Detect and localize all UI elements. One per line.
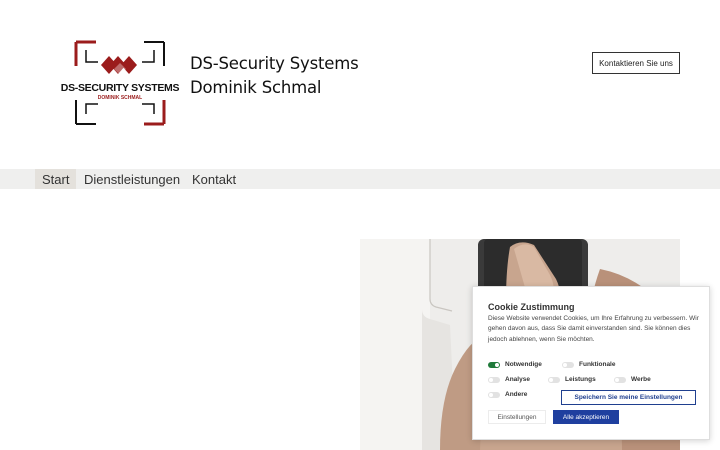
cookie-option-label: Andere [505, 391, 528, 398]
toggle-icon[interactable] [548, 376, 560, 383]
nav-item-start[interactable]: Start [35, 169, 77, 189]
site-title: DS-Security Systems Dominik Schmal [190, 52, 359, 100]
nav-item-label: Kontakt [192, 172, 237, 187]
cookie-option-label: Funktionale [579, 361, 616, 368]
site-title-line1: DS-Security Systems [190, 54, 359, 73]
main-nav: Start Dienstleistungen Kontakt [0, 169, 720, 189]
cookie-option-label: Werbe [631, 376, 651, 383]
toggle-icon[interactable] [488, 391, 500, 398]
cookie-title: Cookie Zustimmung [488, 302, 575, 312]
cookie-option-funktionale[interactable]: Funktionale [562, 361, 615, 368]
toggle-icon[interactable] [562, 361, 574, 368]
contact-button[interactable]: Kontaktieren Sie uns [592, 52, 680, 74]
nav-item-kontakt[interactable]: Kontakt [192, 169, 236, 189]
site-header: DS-SECURITY SYSTEMS DOMINIK SCHMAL DS-Se… [0, 0, 720, 168]
toggle-icon[interactable] [614, 376, 626, 383]
cookie-option-label: Leistungs [565, 376, 596, 383]
save-settings-button[interactable]: Speichern Sie meine Einstellungen [561, 390, 696, 405]
cookie-option-andere[interactable]: Andere [488, 391, 527, 398]
cookie-settings-button[interactable]: Einstellungen [488, 410, 546, 424]
cookie-option-notwendige[interactable]: Notwendige [488, 361, 542, 368]
company-logo[interactable]: DS-SECURITY SYSTEMS DOMINIK SCHMAL [58, 36, 182, 128]
logo-wordmark: DS-SECURITY SYSTEMS [60, 82, 180, 94]
cookie-description: Diese Website verwendet Cookies, um Ihre… [488, 315, 699, 343]
cookie-option-label: Notwendige [505, 361, 542, 368]
cookie-option-label: Analyse [505, 376, 530, 383]
cookie-option-analyse[interactable]: Analyse [488, 376, 530, 383]
cookie-option-leistungs[interactable]: Leistungs [548, 376, 596, 383]
cookie-option-werbe[interactable]: Werbe [614, 376, 651, 383]
toggle-icon[interactable] [488, 376, 500, 383]
site-title-line2: Dominik Schmal [190, 78, 322, 97]
toggle-icon[interactable] [488, 361, 500, 368]
logo-diamonds-icon [101, 56, 137, 75]
accept-all-button[interactable]: Alle akzeptieren [553, 410, 619, 424]
nav-item-dienstleistungen[interactable]: Dienstleistungen [84, 169, 180, 189]
nav-item-label: Start [42, 172, 70, 187]
logo-subtext: DOMINIK SCHMAL [97, 95, 143, 101]
cookie-consent-dialog: Cookie Zustimmung Diese Website verwende… [472, 286, 710, 440]
nav-item-label: Dienstleistungen [84, 172, 181, 187]
